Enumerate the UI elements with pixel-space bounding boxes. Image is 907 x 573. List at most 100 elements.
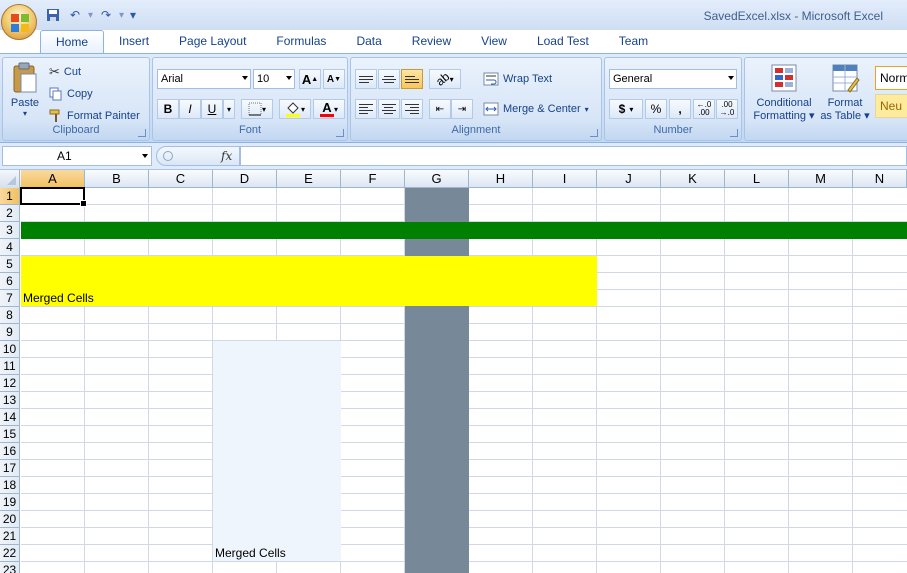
active-cell-a1[interactable] <box>20 187 87 207</box>
insert-function-button[interactable]: fx <box>221 149 232 163</box>
column-header-b[interactable]: B <box>85 170 149 188</box>
column-header-l[interactable]: L <box>725 170 789 188</box>
cell-style-normal[interactable]: Norm <box>875 66 907 90</box>
italic-button[interactable]: I <box>179 99 201 119</box>
align-right-button[interactable] <box>401 99 423 119</box>
top-align-button[interactable] <box>355 69 377 89</box>
wrap-text-button[interactable]: Wrap Text <box>483 69 552 89</box>
row-header-23[interactable]: 23 <box>0 562 20 573</box>
row-header-5[interactable]: 5 <box>0 256 20 273</box>
fill-color-button[interactable]: ▾ <box>279 99 311 119</box>
row-header-15[interactable]: 15 <box>0 426 20 443</box>
redo-dropdown-icon[interactable]: ▾ <box>119 10 124 21</box>
row-header-6[interactable]: 6 <box>0 273 20 290</box>
bottom-align-button[interactable] <box>401 69 423 89</box>
column-header-k[interactable]: K <box>661 170 725 188</box>
tab-data[interactable]: Data <box>341 30 396 53</box>
align-left-button[interactable] <box>355 99 377 119</box>
row-header-17[interactable]: 17 <box>0 460 20 477</box>
tab-page-layout[interactable]: Page Layout <box>164 30 261 53</box>
orientation-button[interactable]: ab ▾ <box>429 69 461 89</box>
underline-dropdown-icon[interactable]: ▾ <box>223 99 235 119</box>
column-header-e[interactable]: E <box>277 170 341 188</box>
redo-icon[interactable]: ↷ <box>97 7 115 23</box>
tab-team[interactable]: Team <box>604 30 663 53</box>
decrease-decimal-button[interactable]: .00 →.0 <box>716 99 738 119</box>
font-dialog-launcher-icon[interactable] <box>336 129 344 137</box>
name-box[interactable]: A1 <box>2 146 152 166</box>
tab-insert[interactable]: Insert <box>104 30 164 53</box>
undo-icon[interactable]: ↶ <box>66 7 84 23</box>
comma-button[interactable]: , <box>669 99 691 119</box>
tab-home[interactable]: Home <box>40 30 105 53</box>
row-header-7[interactable]: 7 <box>0 290 20 307</box>
row-header-10[interactable]: 10 <box>0 341 20 358</box>
number-format-combo[interactable]: General <box>609 69 737 89</box>
row-header-8[interactable]: 8 <box>0 307 20 324</box>
column-header-m[interactable]: M <box>789 170 853 188</box>
format-as-table-button[interactable]: Format as Table ▾ <box>819 62 871 122</box>
formula-input[interactable] <box>240 146 907 166</box>
row-header-11[interactable]: 11 <box>0 358 20 375</box>
row-header-9[interactable]: 9 <box>0 324 20 341</box>
row-header-19[interactable]: 19 <box>0 494 20 511</box>
formula-bar-expand-icon[interactable] <box>163 151 173 161</box>
column-header-d[interactable]: D <box>213 170 277 188</box>
column-header-n[interactable]: N <box>853 170 907 188</box>
alignment-dialog-launcher-icon[interactable] <box>590 129 598 137</box>
copy-button[interactable]: Copy <box>49 84 93 104</box>
center-button[interactable] <box>378 99 400 119</box>
tab-formulas[interactable]: Formulas <box>261 30 341 53</box>
column-header-a[interactable]: A <box>21 170 85 188</box>
green-filled-row-3[interactable] <box>21 222 907 239</box>
bold-button[interactable]: B <box>157 99 179 119</box>
shrink-font-button[interactable]: A ▼ <box>323 69 345 89</box>
office-button[interactable] <box>1 4 37 40</box>
decrease-indent-button[interactable]: ⇤ <box>429 99 451 119</box>
tab-load-test[interactable]: Load Test <box>522 30 604 53</box>
font-name-combo[interactable]: Arial <box>157 69 251 89</box>
column-header-h[interactable]: H <box>469 170 533 188</box>
underline-button[interactable]: U <box>201 99 223 119</box>
select-all-button[interactable] <box>0 170 20 188</box>
merge-center-button[interactable]: Merge & Center ▾ <box>483 99 589 119</box>
increase-decimal-button[interactable]: ←.0 .00 <box>693 99 715 119</box>
cut-button[interactable]: ✂ Cut <box>49 62 81 82</box>
column-header-j[interactable]: J <box>597 170 661 188</box>
row-header-12[interactable]: 12 <box>0 375 20 392</box>
row-header-22[interactable]: 22 <box>0 545 20 562</box>
tab-review[interactable]: Review <box>397 30 466 53</box>
conditional-formatting-button[interactable]: Conditional Formatting ▾ <box>749 62 819 122</box>
percent-button[interactable]: % <box>645 99 667 119</box>
row-header-21[interactable]: 21 <box>0 528 20 545</box>
customize-qat-icon[interactable]: ▾ <box>128 7 138 23</box>
row-header-18[interactable]: 18 <box>0 477 20 494</box>
row-header-16[interactable]: 16 <box>0 443 20 460</box>
column-header-f[interactable]: F <box>341 170 405 188</box>
column-header-i[interactable]: I <box>533 170 597 188</box>
increase-indent-button[interactable]: ⇥ <box>451 99 473 119</box>
merged-cell-a5-i7[interactable]: Merged Cells <box>21 256 597 306</box>
font-color-button[interactable]: A ▾ <box>313 99 345 119</box>
clipboard-dialog-launcher-icon[interactable] <box>138 129 146 137</box>
column-header-g[interactable]: G <box>405 170 469 188</box>
row-header-3[interactable]: 3 <box>0 222 20 239</box>
middle-align-button[interactable] <box>378 69 400 89</box>
row-header-4[interactable]: 4 <box>0 239 20 256</box>
row-header-13[interactable]: 13 <box>0 392 20 409</box>
format-painter-button[interactable]: Format Painter <box>49 106 140 126</box>
font-size-combo[interactable]: 10 <box>253 69 295 89</box>
name-box-dropdown-icon[interactable] <box>142 154 148 158</box>
row-header-20[interactable]: 20 <box>0 511 20 528</box>
tab-view[interactable]: View <box>466 30 522 53</box>
borders-button[interactable]: ▾ <box>241 99 273 119</box>
column-header-c[interactable]: C <box>149 170 213 188</box>
cell-style-neutral[interactable]: Neu <box>875 94 907 118</box>
merged-cell-d10-e22[interactable]: Merged Cells <box>213 341 341 561</box>
currency-button[interactable]: $ ▾ <box>609 99 643 119</box>
number-dialog-launcher-icon[interactable] <box>730 129 738 137</box>
row-header-2[interactable]: 2 <box>0 205 20 222</box>
paste-button[interactable]: Paste ▾ <box>7 62 43 122</box>
undo-dropdown-icon[interactable]: ▾ <box>88 10 93 21</box>
row-header-1[interactable]: 1 <box>0 188 20 205</box>
